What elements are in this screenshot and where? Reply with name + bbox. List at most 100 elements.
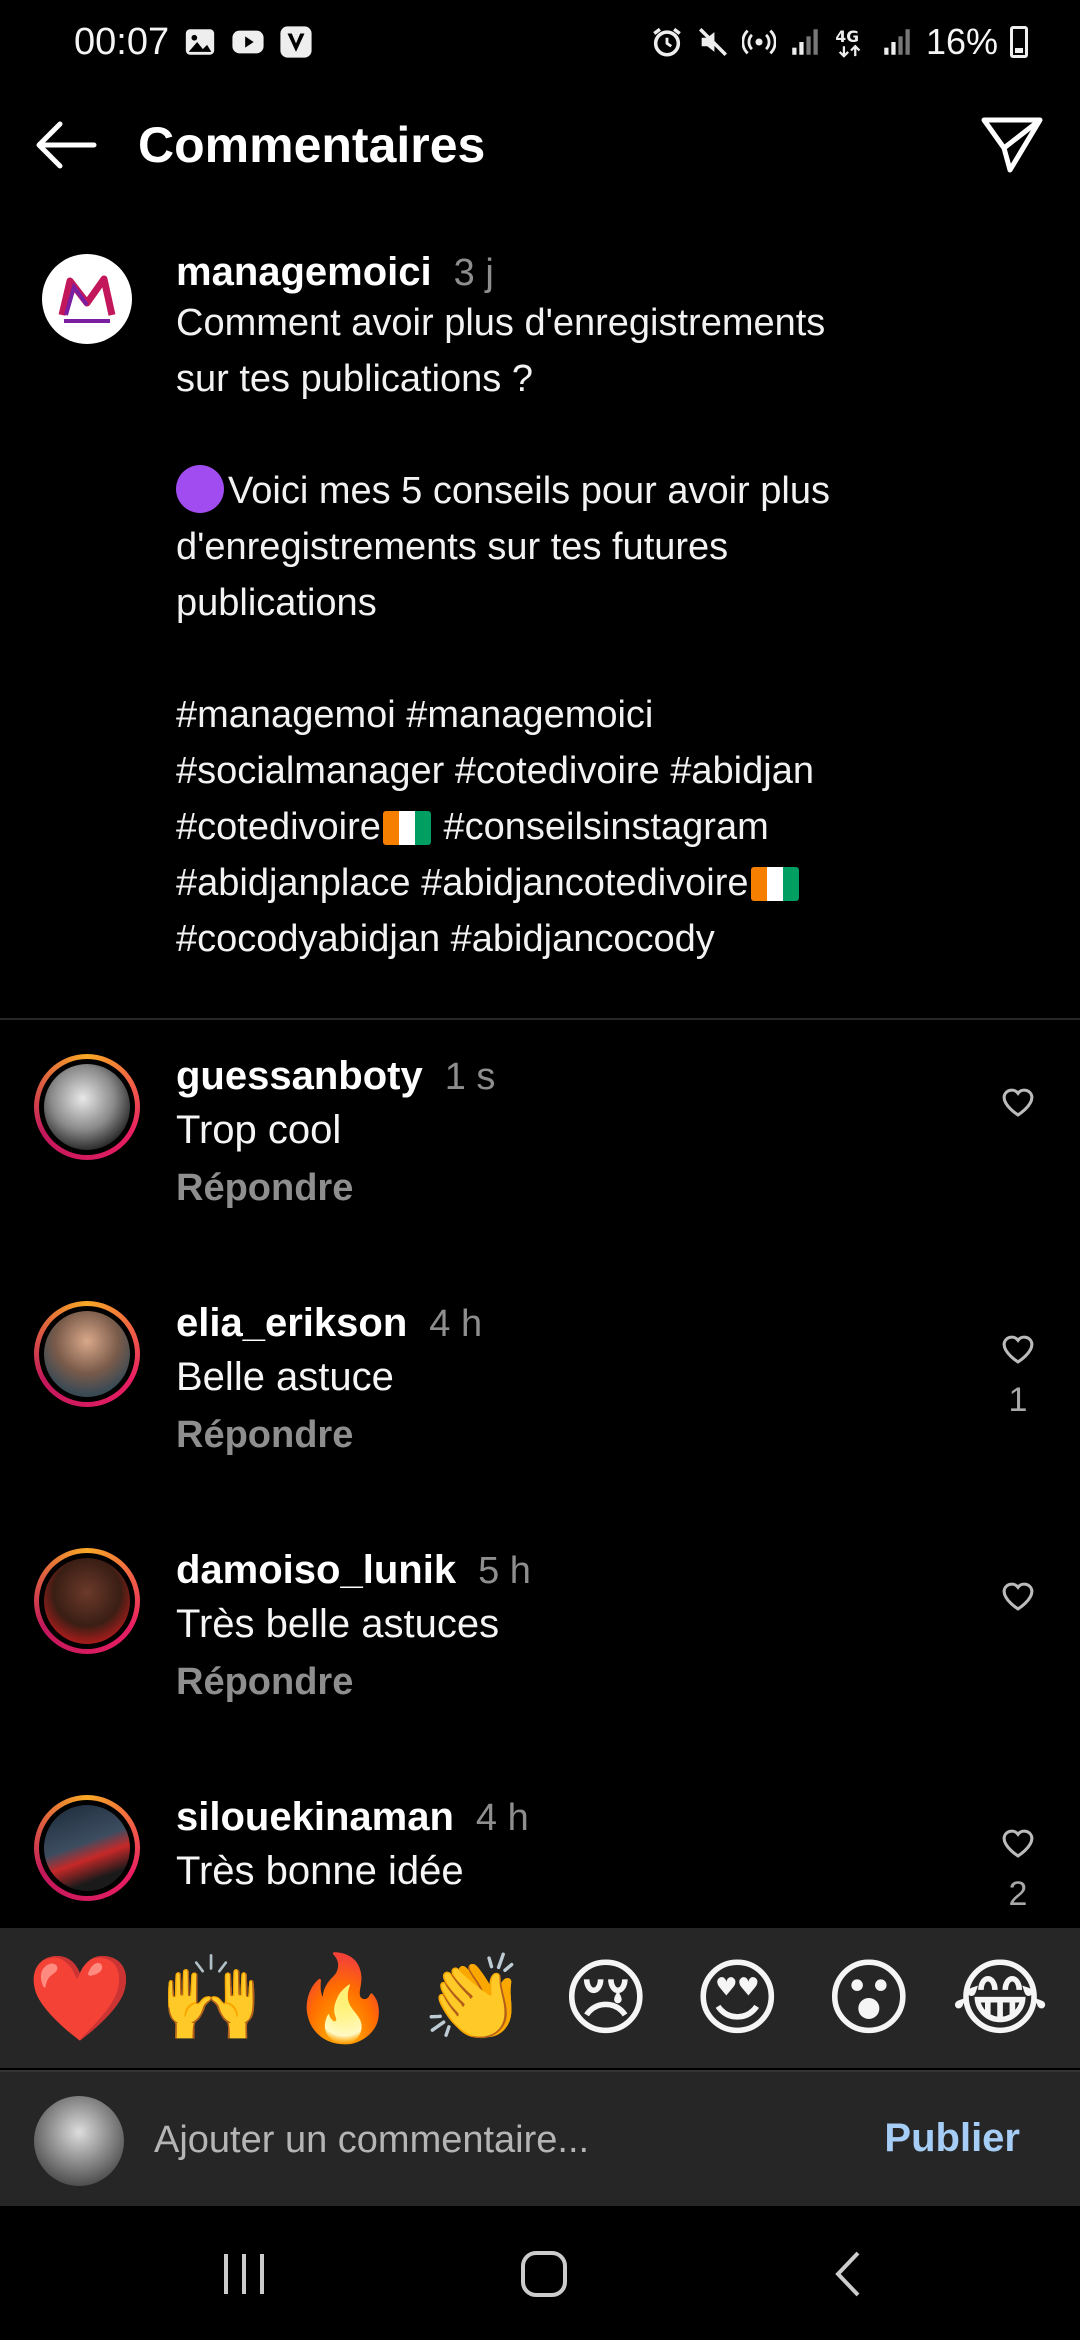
red-heart-emoji[interactable]: ❤️ [25,1956,135,2040]
publish-button[interactable]: Publier [884,2116,1020,2161]
signal-icon [884,29,910,55]
avatar [34,2096,124,2186]
caption-line: publications [176,582,377,624]
hashtag-line[interactable]: #managemoi #managemoici [176,687,936,743]
reply-button[interactable]: Répondre [176,1167,956,1210]
managemoi-logo-icon [58,275,116,323]
youtube-icon [232,30,264,54]
hashtag-text[interactable]: #cotedivoire [176,806,381,848]
comment-time: 4 h [429,1303,483,1345]
battery-icon [1010,26,1028,58]
status-right: 4G 16% [650,21,1028,63]
mute-icon [698,27,727,57]
comment-time: 1 s [444,1056,496,1098]
comment-username[interactable]: elia_erikson [176,1301,407,1345]
v-app-icon [280,26,312,58]
back-arrow-icon[interactable] [34,120,98,170]
like-area: 1 [998,1331,1038,1420]
heart-icon[interactable] [999,1331,1037,1365]
caption-line: Comment avoir plus d'enregistrements [176,302,826,344]
comment-body: elia_erikson 4 h Belle astuce Répondre [176,1301,956,1457]
hashtag-line[interactable]: #socialmanager #cotedivoire #abidjan [176,743,936,799]
like-count: 1 [1008,1381,1028,1419]
comment-text: Trop cool [176,1108,342,1152]
alarm-icon [653,27,681,57]
comment-username[interactable]: damoiso_lunik [176,1548,456,1592]
comment-text: Très bonne idée [176,1849,464,1893]
avatar[interactable] [42,254,132,344]
hashtag-text[interactable]: #conseilsinstagram [433,806,768,848]
heart-icon[interactable] [999,1578,1037,1612]
like-area: 2 [998,1825,1038,1914]
comment-time: 4 h [475,1797,529,1839]
caption-text: Voici mes 5 conseils pour avoir plus [228,470,830,512]
reply-button[interactable]: Répondre [176,1414,956,1457]
signal-icon [792,29,818,55]
back-chevron-icon [835,2251,860,2297]
like-count: 2 [1008,1875,1028,1913]
back-button[interactable] [808,2244,888,2304]
caption-blank [176,407,936,463]
status-bar: 00:07 4G 16% [0,0,1080,84]
comment-item: damoiso_lunik 5 h Très belle astuces Répo… [0,1548,1080,1748]
comment-body: damoiso_lunik 5 h Très belle astuces Répo… [176,1548,956,1704]
avatar[interactable] [34,1301,140,1407]
hashtag-line[interactable]: #cotedivoire #conseilsinstagram [176,799,936,855]
hashtag-line[interactable]: #cocodyabidjan #abidjancocody [176,911,936,967]
caption-time: 3 j [453,252,494,294]
crying-face-emoji[interactable]: 😢 [551,1956,661,2040]
hotspot-icon [741,29,776,55]
gallery-icon [185,29,215,55]
tears-of-joy-emoji[interactable]: 😂 [945,1956,1055,2040]
avatar[interactable] [34,1054,140,1160]
caption-line: d'enregistrements sur tes futures [176,526,729,568]
divider [0,1018,1080,1020]
comment-body: guessanboty 1 s Trop cool Répondre [176,1054,956,1210]
heart-icon[interactable] [999,1825,1037,1859]
battery-percent: 16% [925,21,998,62]
comment-item: guessanboty 1 s Trop cool Répondre [0,1054,1080,1254]
raising-hands-emoji[interactable]: 🙌 [156,1956,266,2040]
avatar[interactable] [34,1795,140,1901]
send-icon[interactable] [980,114,1044,174]
ivory-coast-flag-icon [750,867,799,901]
header: Commentaires [0,100,1080,190]
status-left: 00:07 [74,21,313,64]
like-area [998,1084,1038,1134]
system-nav-bar [0,2206,1080,2340]
comment-text: Très belle astuces [176,1602,500,1646]
comment-username[interactable]: guessanboty [176,1054,423,1098]
heart-icon[interactable] [999,1084,1037,1118]
page-title: Commentaires [138,117,486,173]
caption-line: Voici mes 5 conseils pour avoir plus [176,463,936,519]
avatar[interactable] [34,1548,140,1654]
recent-apps-button[interactable] [204,2244,284,2304]
comment-input-bar: Publier [0,2070,1080,2206]
hashtag-text[interactable]: #abidjanplace #abidjancotedivoire [176,862,749,904]
comment-username[interactable]: silouekinaman [176,1795,454,1839]
purple-circle-emoji-icon [176,465,224,513]
surprised-face-emoji[interactable]: 😮 [814,1956,924,2040]
comment-text: Belle astuce [176,1355,394,1399]
status-time: 00:07 [74,20,170,63]
caption-username[interactable]: managemoici [176,250,432,294]
comment-item: elia_erikson 4 h Belle astuce Répondre 1 [0,1301,1080,1501]
clapping-hands-emoji[interactable]: 👏 [419,1956,529,2040]
hashtag-line[interactable]: #abidjanplace #abidjancotedivoire [176,855,936,911]
svg-text:4G: 4G [835,28,859,46]
comment-time: 5 h [478,1550,531,1592]
caption-line: sur tes publications ? [176,358,533,400]
fire-emoji[interactable]: 🔥 [288,1956,398,2040]
home-icon [521,2251,567,2297]
emoji-reaction-bar: ❤️ 🙌 🔥 👏 😢 😍 😮 😂 [0,1928,1080,2068]
caption-body: managemoici 3 j Comment avoir plus d'enre… [176,250,936,967]
ivory-coast-flag-icon [382,811,431,845]
4g-icon: 4G [835,28,861,58]
comment-input[interactable] [154,2110,854,2170]
comment-item: silouekinaman 4 h Très bonne idée 2 [0,1795,1080,1928]
heart-eyes-emoji[interactable]: 😍 [682,1956,792,2040]
reply-button[interactable]: Répondre [176,1661,956,1704]
recent-apps-icon [224,2254,264,2294]
home-button[interactable] [504,2244,584,2304]
caption-blank [176,631,936,687]
